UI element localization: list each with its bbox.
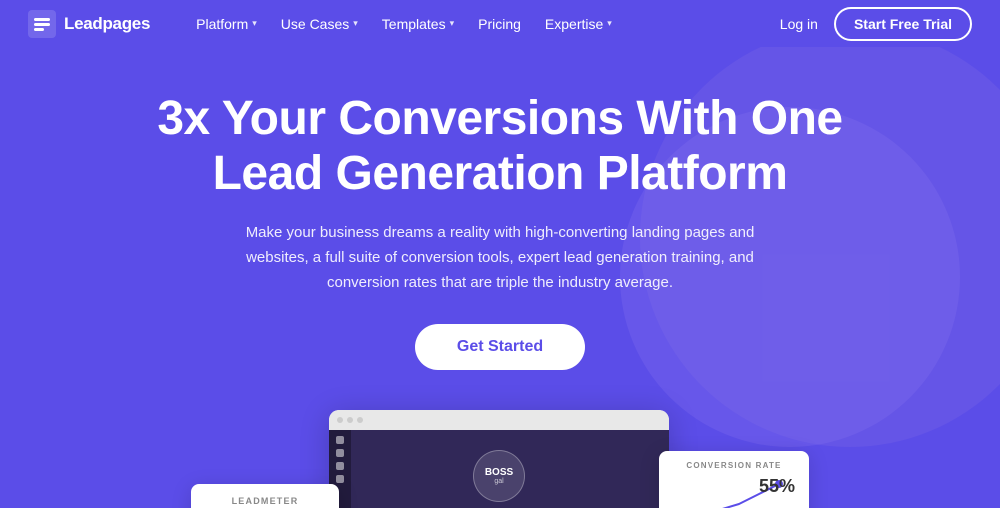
browser-dot-green [357,417,363,423]
browser-logo-badge: BOSS gal [473,450,525,502]
browser-dot-yellow [347,417,353,423]
sidebar-icon-2 [336,449,344,457]
chevron-down-icon: ▾ [252,18,257,29]
get-started-button[interactable]: Get Started [415,324,585,370]
hero-subtitle: Make your business dreams a reality with… [220,221,780,295]
nav-platform[interactable]: Platform ▾ [186,10,267,38]
conversion-label: CONVERSION RATE [673,461,795,470]
hero-section: 3x Your Conversions With One Lead Genera… [0,47,1000,508]
chevron-down-icon: ▾ [353,18,358,29]
browser-bar [329,410,669,430]
preview-area: LEADMETER BOSS [40,410,960,508]
hero-content: 3x Your Conversions With One Lead Genera… [40,91,960,406]
browser-logo-line2: gal [494,478,503,485]
conversion-rate-card: CONVERSION RATE 55% [659,451,809,508]
nav-links: Platform ▾ Use Cases ▾ Templates ▾ Prici… [186,10,780,38]
browser-dot-red [337,417,343,423]
nav-use-cases[interactable]: Use Cases ▾ [271,10,368,38]
nav-templates[interactable]: Templates ▾ [372,10,464,38]
leadpages-logo-icon [28,10,56,38]
browser-logo-line1: BOSS [485,467,513,478]
nav-pricing[interactable]: Pricing [468,10,531,38]
hero-title: 3x Your Conversions With One Lead Genera… [150,91,850,201]
logo[interactable]: Leadpages [28,10,150,38]
navigation: Leadpages Platform ▾ Use Cases ▾ Templat… [0,0,1000,47]
browser-preview: BOSS gal TRANSFORM YOUR BUSINESS [329,410,669,508]
chevron-down-icon: ▾ [450,18,455,29]
nav-actions: Log in Start Free Trial [780,7,972,41]
chevron-down-icon: ▾ [607,18,612,29]
leadmeter-label: LEADMETER [207,496,323,506]
conversion-percent: 55% [759,476,795,497]
sidebar-icon-4 [336,475,344,483]
browser-content: BOSS gal TRANSFORM YOUR BUSINESS [329,430,669,508]
leadmeter-card: LEADMETER [191,484,339,508]
login-link[interactable]: Log in [780,16,818,32]
logo-text: Leadpages [64,14,150,34]
sidebar-icon-3 [336,462,344,470]
sidebar-icon-1 [336,436,344,444]
nav-expertise[interactable]: Expertise ▾ [535,10,622,38]
conversion-chart: 55% [673,476,795,508]
start-free-trial-button[interactable]: Start Free Trial [834,7,972,41]
